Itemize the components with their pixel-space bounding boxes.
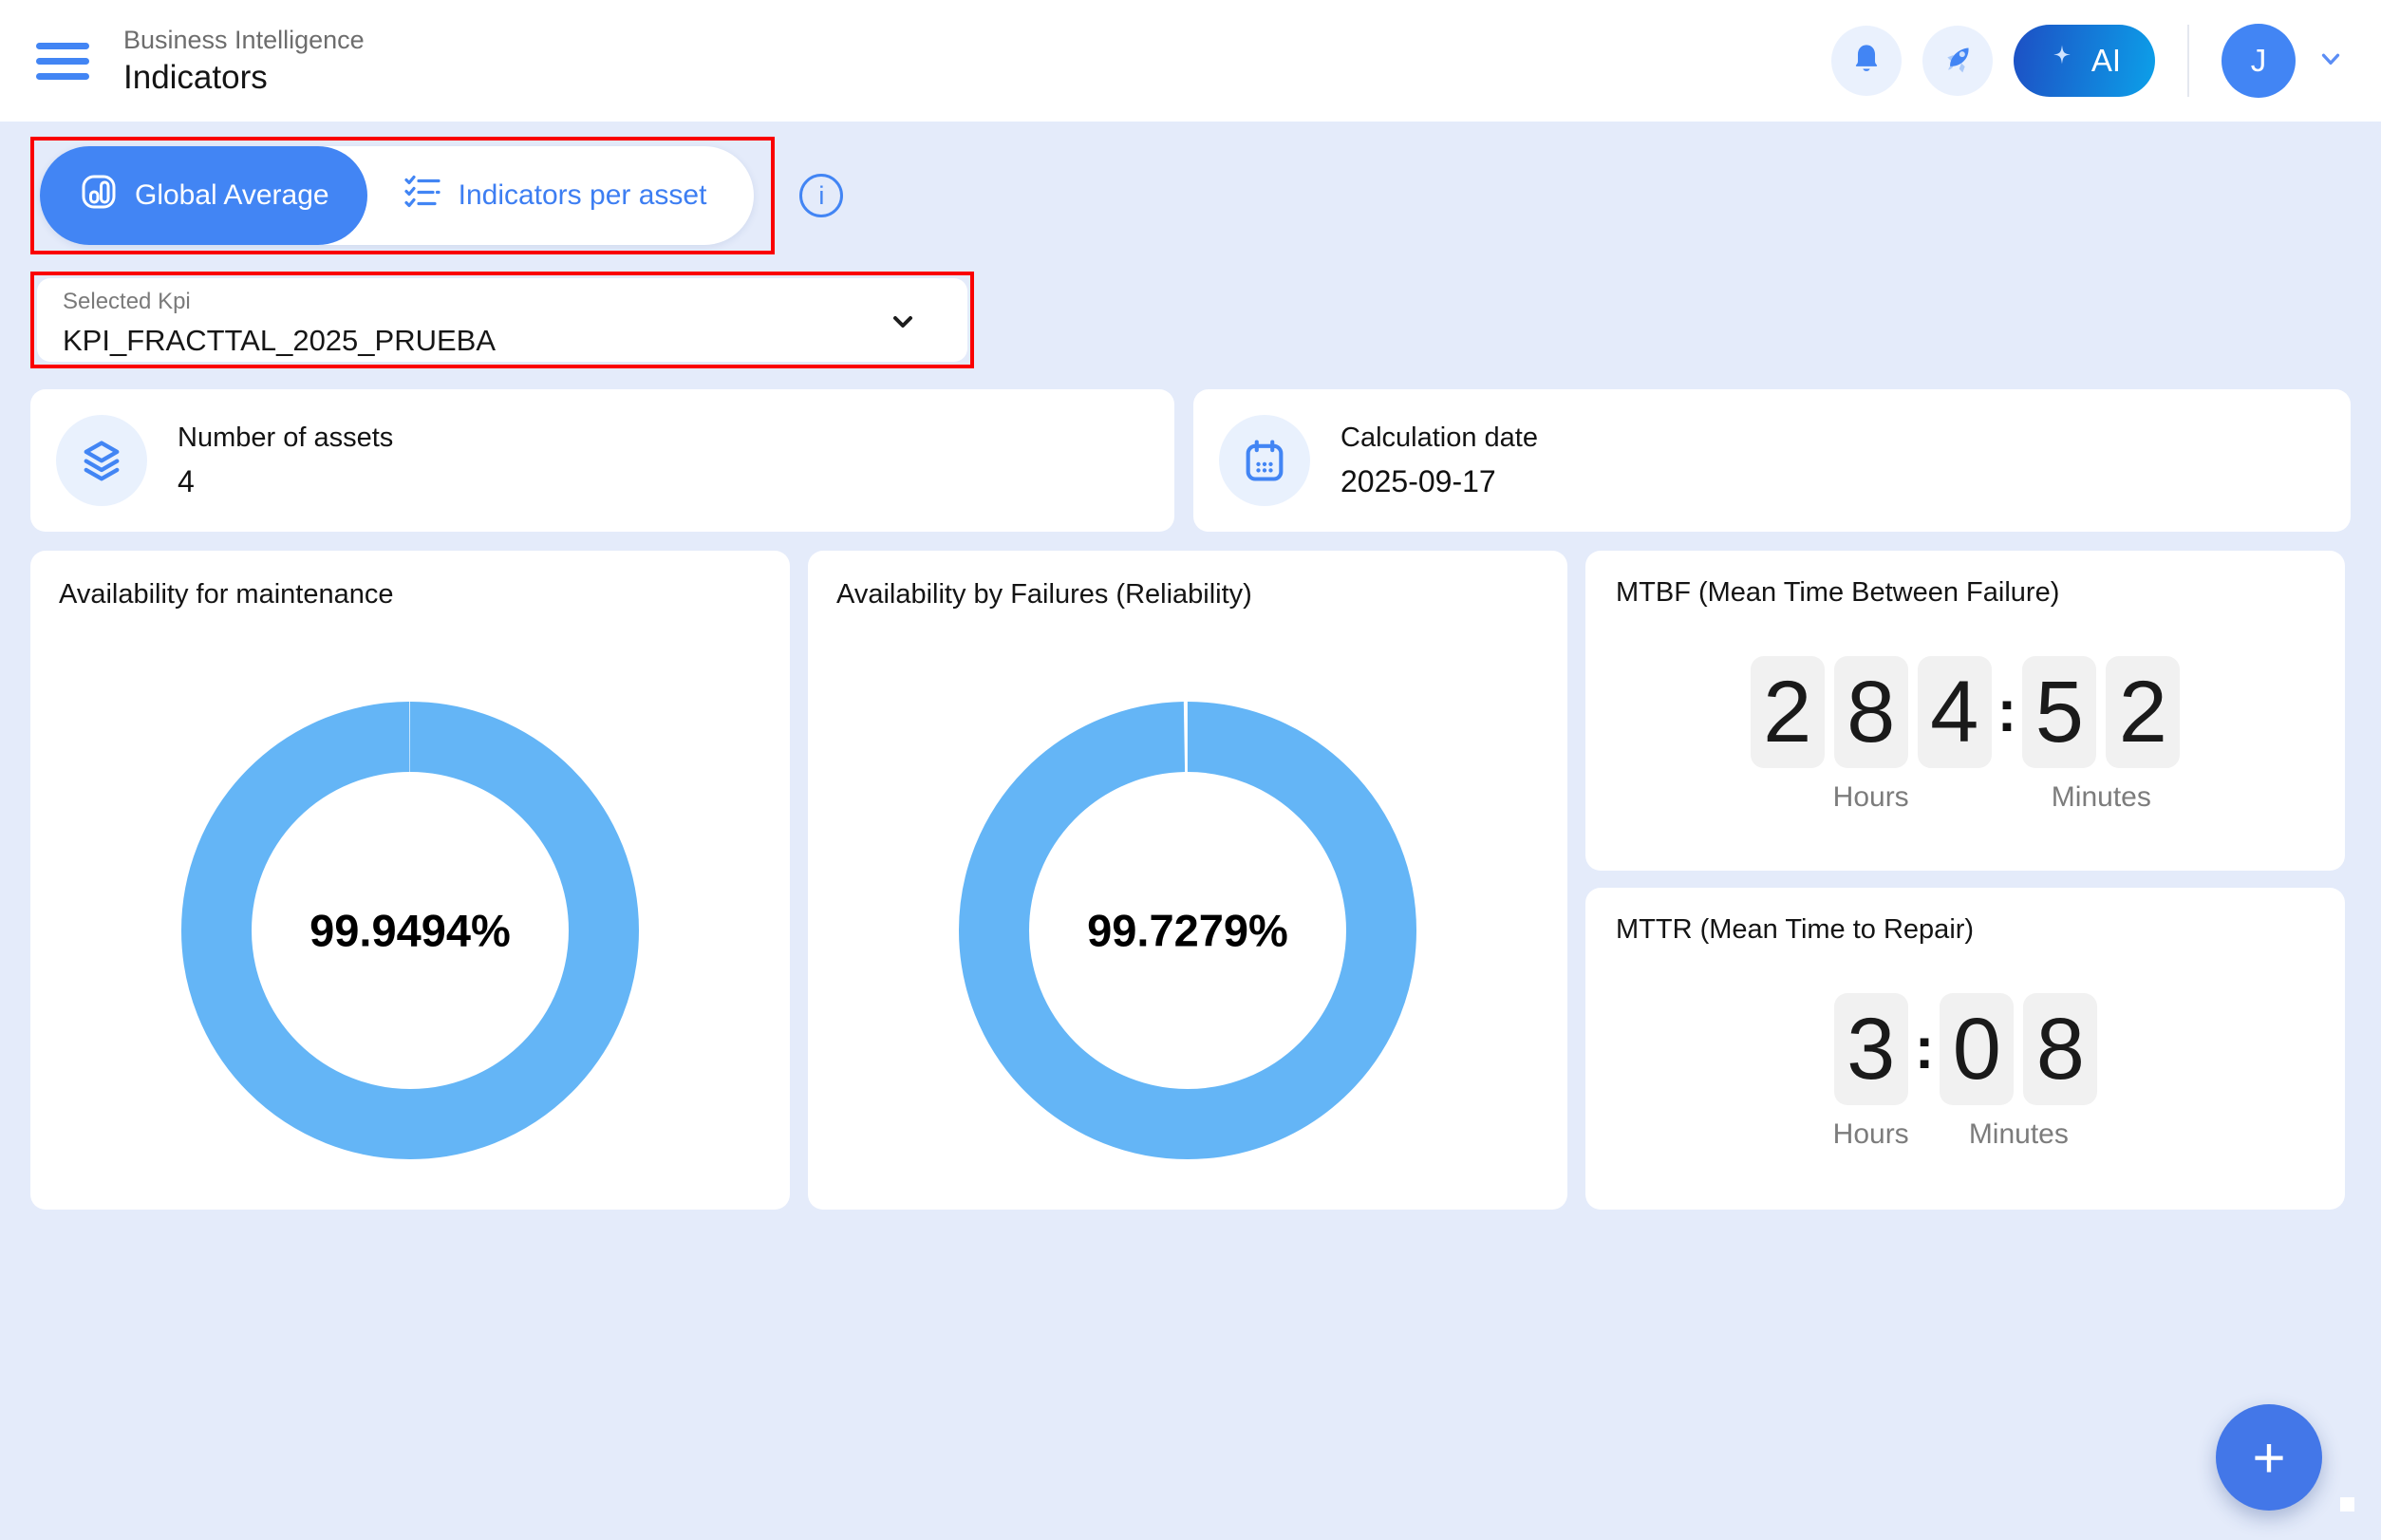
mtbf-minutes-group: 52 Minutes (2022, 656, 2180, 814)
calendar-icon (1219, 415, 1310, 506)
summary-title: Calculation date (1340, 423, 1538, 454)
add-button[interactable]: + (2216, 1404, 2322, 1511)
mttr-digits-row: 3 Hours : 08 Minutes (1616, 993, 2315, 1151)
annotation-box-kpi: Selected Kpi KPI_FRACTTAL_2025_PRUEBA (30, 272, 974, 368)
main-content: Global Average Indicators per asset i (0, 122, 2381, 1210)
mttr-title: MTTR (Mean Time to Repair) (1616, 914, 2315, 946)
digit-tile: 8 (1834, 656, 1908, 768)
selected-kpi-value: KPI_FRACTTAL_2025_PRUEBA (63, 324, 967, 358)
time-separator: : (1915, 993, 1935, 1105)
summary-title: Number of assets (178, 423, 393, 454)
chart-title: Availability by Failures (Reliability) (836, 579, 1539, 610)
kpi-selector-row: Selected Kpi KPI_FRACTTAL_2025_PRUEBA (30, 272, 2351, 368)
app-header: Business Intelligence Indicators (0, 0, 2381, 122)
bell-icon (1848, 41, 1884, 82)
chevron-down-icon[interactable] (888, 307, 918, 342)
summary-row: Number of assets 4 Calculation date 202 (30, 389, 2351, 532)
view-toggle-row: Global Average Indicators per asset i (30, 137, 2351, 254)
mtbf-hours-group: 284 Hours (1751, 656, 1992, 814)
scrollbar-corner (2340, 1497, 2354, 1512)
digit-tile: 2 (2106, 656, 2180, 768)
mttr-hours-group: 3 Hours (1833, 993, 1909, 1151)
tab-global-average[interactable]: Global Average (40, 146, 367, 245)
chart-title: Availability for maintenance (59, 579, 761, 610)
checklist-icon (402, 171, 443, 220)
selected-kpi-dropdown[interactable]: Selected Kpi KPI_FRACTTAL_2025_PRUEBA (37, 278, 967, 362)
digit-tiles: 3 (1834, 993, 1908, 1105)
plus-icon: + (2252, 1425, 2285, 1491)
time-separator: : (1997, 656, 2017, 768)
rocket-icon (1939, 40, 1977, 83)
availability-failures-card: Availability by Failures (Reliability) 9… (808, 551, 1567, 1210)
summary-text: Number of assets 4 (178, 423, 393, 499)
tab-indicators-per-asset[interactable]: Indicators per asset (367, 146, 755, 245)
digit-tiles: 08 (1940, 993, 2097, 1105)
account-menu-chevron[interactable] (2316, 45, 2345, 78)
header-divider (2187, 25, 2189, 97)
sparkle-icon (2048, 43, 2076, 79)
menu-icon[interactable] (36, 43, 89, 80)
hours-label: Hours (1833, 781, 1909, 814)
number-of-assets-card: Number of assets 4 (30, 389, 1174, 532)
donut-chart-maintenance: 99.9494% (178, 699, 642, 1162)
view-toggle: Global Average Indicators per asset (40, 146, 754, 245)
title-block: Business Intelligence Indicators (123, 26, 365, 97)
header-left: Business Intelligence Indicators (36, 26, 365, 97)
page-title: Indicators (123, 59, 365, 97)
charts-row: Availability for maintenance 99.9494% Av… (30, 551, 2351, 1210)
stack-icon (56, 415, 147, 506)
whats-new-button[interactable] (1922, 26, 1993, 96)
ai-button-label: AI (2091, 43, 2121, 79)
digit-tiles: 284 (1751, 656, 1992, 768)
metrics-column: MTBF (Mean Time Between Failure) 284 Hou… (1585, 551, 2345, 1210)
donut-chart-reliability: 99.7279% (956, 699, 1419, 1162)
digit-tiles: 52 (2022, 656, 2180, 768)
availability-maintenance-card: Availability for maintenance 99.9494% (30, 551, 790, 1210)
summary-value: 2025-09-17 (1340, 464, 1538, 499)
minutes-label: Minutes (2052, 781, 2151, 814)
digit-tile: 0 (1940, 993, 2014, 1105)
tab-global-average-label: Global Average (135, 179, 329, 212)
tab-indicators-per-asset-label: Indicators per asset (459, 179, 707, 212)
summary-value: 4 (178, 464, 393, 499)
selected-kpi-label: Selected Kpi (63, 289, 967, 315)
breadcrumb: Business Intelligence (123, 26, 365, 55)
mtbf-card: MTBF (Mean Time Between Failure) 284 Hou… (1585, 551, 2345, 871)
info-icon[interactable]: i (799, 174, 843, 217)
notifications-button[interactable] (1831, 26, 1902, 96)
bar-chart-icon (78, 171, 120, 220)
donut-value: 99.9494% (309, 905, 511, 957)
ai-assistant-button[interactable]: AI (2014, 25, 2155, 97)
header-right: AI J (1831, 24, 2345, 98)
digit-tile: 5 (2022, 656, 2096, 768)
digit-tile: 3 (1834, 993, 1908, 1105)
mtbf-title: MTBF (Mean Time Between Failure) (1616, 577, 2315, 609)
minutes-label: Minutes (1969, 1118, 2069, 1151)
hours-label: Hours (1833, 1118, 1909, 1151)
mttr-minutes-group: 08 Minutes (1940, 993, 2097, 1151)
mtbf-digits-row: 284 Hours : 52 Minutes (1616, 656, 2315, 814)
avatar[interactable]: J (2222, 24, 2296, 98)
donut-value: 99.7279% (1087, 905, 1288, 957)
digit-tile: 2 (1751, 656, 1825, 768)
mttr-card: MTTR (Mean Time to Repair) 3 Hours : 08 … (1585, 888, 2345, 1210)
avatar-initial: J (2251, 43, 2267, 79)
digit-tile: 8 (2023, 993, 2097, 1105)
summary-text: Calculation date 2025-09-17 (1340, 423, 1538, 499)
calculation-date-card: Calculation date 2025-09-17 (1193, 389, 2351, 532)
digit-tile: 4 (1918, 656, 1992, 768)
annotation-box-tabs: Global Average Indicators per asset (30, 137, 775, 254)
